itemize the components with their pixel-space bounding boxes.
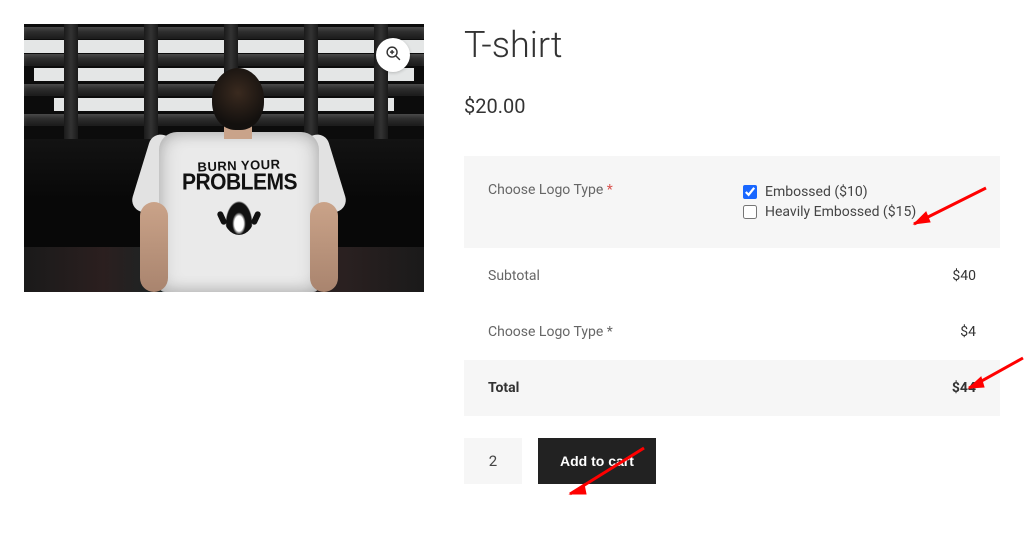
add-to-cart-button[interactable]: Add to cart: [538, 438, 656, 484]
row-total: Total $44: [464, 360, 1000, 416]
total-label: Total: [488, 380, 519, 396]
choice-embossed-label: Embossed ($10): [765, 184, 868, 200]
cart-row: Add to cart: [464, 438, 1000, 484]
required-mark: *: [607, 182, 613, 198]
row-subtotal: Subtotal $40: [464, 248, 1000, 304]
row-option-price: Choose Logo Type * $4: [464, 304, 1000, 360]
options-label-text: Choose Logo Type: [488, 182, 603, 198]
product-page: BURN YOUR PROBLEMS T-shirt $20.00 Choose…: [24, 24, 1000, 484]
tshirt-print: BURN YOUR PROBLEMS: [182, 158, 296, 235]
options-choices: Embossed ($10) Heavily Embossed ($15): [743, 182, 976, 222]
choice-heavily-embossed[interactable]: Heavily Embossed ($15): [743, 202, 976, 222]
option-price-label: Choose Logo Type *: [488, 324, 613, 340]
print-line2: PROBLEMS: [182, 170, 296, 196]
option-price-value: $4: [960, 324, 976, 340]
subtotal-value: $40: [952, 268, 976, 284]
choice-heavily-embossed-label: Heavily Embossed ($15): [765, 204, 916, 220]
checkbox-heavily-embossed[interactable]: [743, 205, 757, 219]
product-title: T-shirt: [464, 24, 1000, 66]
zoom-button[interactable]: [376, 38, 410, 72]
options-panel: Choose Logo Type * Embossed ($10) Heavil…: [464, 156, 1000, 248]
checkbox-embossed[interactable]: [743, 185, 757, 199]
gallery-column: BURN YOUR PROBLEMS: [24, 24, 424, 484]
choice-embossed[interactable]: Embossed ($10): [743, 182, 976, 202]
quantity-input[interactable]: [464, 438, 522, 484]
zoom-in-icon: [385, 45, 402, 66]
total-value: $44: [952, 380, 976, 396]
product-price: $20.00: [464, 94, 1000, 118]
details-column: T-shirt $20.00 Choose Logo Type * Emboss…: [464, 24, 1000, 484]
product-image[interactable]: BURN YOUR PROBLEMS: [24, 24, 424, 292]
options-label: Choose Logo Type *: [488, 182, 743, 222]
subtotal-label: Subtotal: [488, 268, 540, 284]
flame-icon: [223, 197, 255, 235]
